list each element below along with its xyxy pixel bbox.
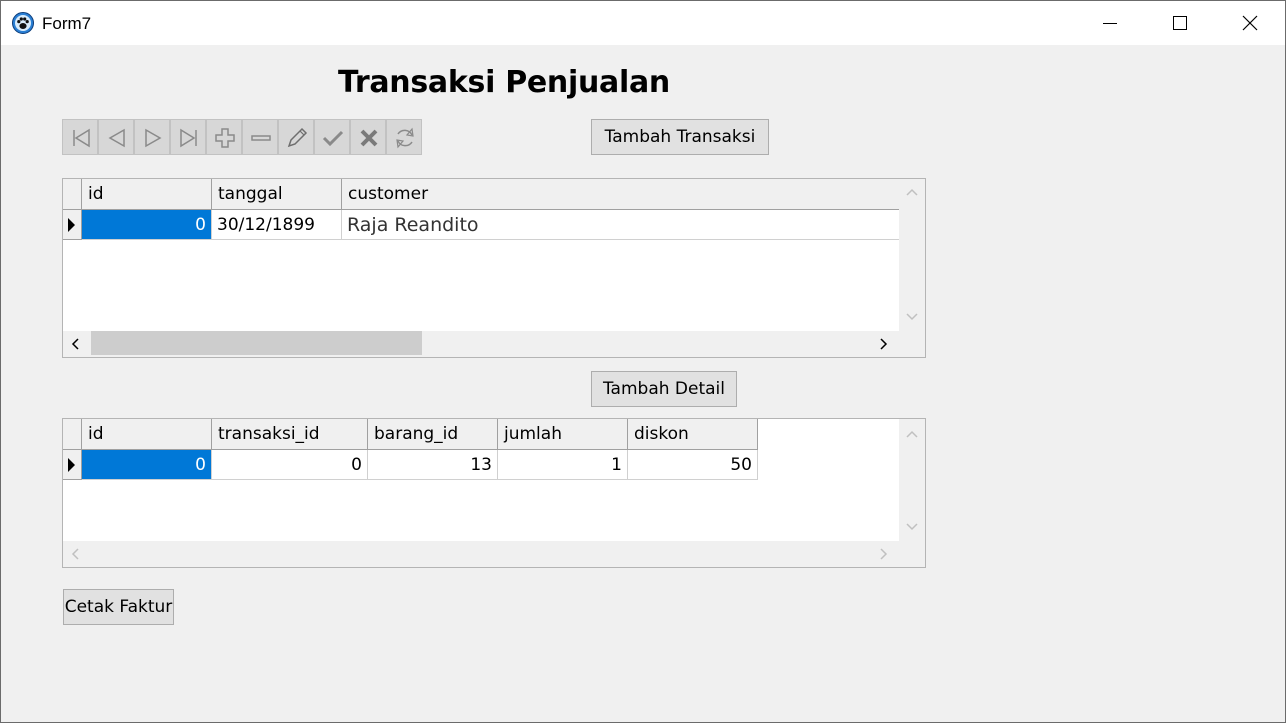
window-title: Form7 — [42, 14, 92, 33]
indicator-header — [63, 419, 82, 449]
maximize-icon — [1173, 16, 1187, 30]
next-icon — [145, 128, 162, 148]
row-indicator — [63, 450, 82, 480]
cell-transaksi-id[interactable]: 0 — [212, 450, 368, 480]
nav-cancel-button[interactable] — [350, 119, 386, 155]
nav-first-button[interactable] — [62, 119, 98, 155]
nav-post-button[interactable] — [314, 119, 350, 155]
nav-delete-button[interactable] — [242, 119, 278, 155]
column-header-id[interactable]: id — [82, 419, 212, 449]
current-row-arrow-icon — [68, 218, 75, 232]
title-bar: Form7 — [1, 1, 1285, 45]
scroll-left-icon[interactable] — [71, 548, 79, 560]
edit-icon — [287, 127, 308, 148]
cell-barang-id[interactable]: 13 — [368, 450, 498, 480]
scroll-thumb[interactable] — [91, 331, 422, 355]
paw-icon — [12, 12, 34, 34]
nav-refresh-button[interactable] — [386, 119, 422, 155]
cancel-icon — [360, 129, 378, 147]
first-icon — [73, 128, 90, 148]
column-header-customer[interactable]: customer — [342, 179, 899, 209]
transaksi-grid[interactable]: id tanggal customer 0 30/12/1899 Raja Re… — [62, 178, 926, 358]
scroll-left-icon[interactable] — [71, 338, 79, 350]
form-window: Form7 Transaksi Penjualan Tambah Transak… — [0, 0, 1286, 723]
cell-diskon[interactable]: 50 — [628, 450, 758, 480]
scroll-up-icon[interactable] — [906, 188, 918, 196]
close-button[interactable] — [1215, 1, 1285, 45]
nav-edit-button[interactable] — [278, 119, 314, 155]
grid-header: id tanggal customer — [63, 179, 899, 210]
vertical-scrollbar[interactable] — [899, 419, 925, 541]
vertical-scrollbar[interactable] — [899, 179, 925, 331]
column-header-jumlah[interactable]: jumlah — [498, 419, 628, 449]
horizontal-scrollbar[interactable] — [63, 541, 925, 567]
tambah-detail-button[interactable]: Tambah Detail — [591, 371, 737, 407]
scroll-right-icon[interactable] — [880, 548, 888, 560]
horizontal-scrollbar[interactable] — [63, 331, 925, 357]
nav-last-button[interactable] — [170, 119, 206, 155]
nav-prior-button[interactable] — [98, 119, 134, 155]
insert-icon — [215, 128, 235, 148]
column-header-barang-id[interactable]: barang_id — [368, 419, 498, 449]
column-header-transaksi-id[interactable]: transaksi_id — [212, 419, 368, 449]
cell-id[interactable]: 0 — [82, 210, 212, 240]
grid-header: id transaksi_id barang_id jumlah diskon — [63, 419, 758, 450]
indicator-header — [63, 179, 82, 209]
minimize-button[interactable] — [1075, 1, 1145, 45]
current-row-arrow-icon — [68, 458, 75, 472]
row-indicator — [63, 210, 82, 240]
column-header-diskon[interactable]: diskon — [628, 419, 758, 449]
delete-icon — [251, 135, 271, 141]
cell-tanggal[interactable]: 30/12/1899 — [212, 210, 342, 240]
column-header-tanggal[interactable]: tanggal — [212, 179, 342, 209]
refresh-icon — [396, 127, 414, 149]
maximize-button[interactable] — [1145, 1, 1215, 45]
scroll-up-icon[interactable] — [906, 430, 918, 438]
cell-id[interactable]: 0 — [82, 450, 212, 480]
scroll-down-icon[interactable] — [906, 313, 918, 321]
scroll-right-icon[interactable] — [880, 338, 888, 350]
cell-jumlah[interactable]: 1 — [498, 450, 628, 480]
tambah-transaksi-button[interactable]: Tambah Transaksi — [591, 119, 769, 155]
detail-grid[interactable]: id transaksi_id barang_id jumlah diskon … — [62, 418, 926, 568]
cetak-faktur-button[interactable]: Cetak Faktur — [63, 589, 174, 625]
nav-next-button[interactable] — [134, 119, 170, 155]
table-row[interactable]: 0 0 13 1 50 — [63, 450, 758, 480]
db-navigator — [62, 119, 422, 155]
scroll-down-icon[interactable] — [906, 523, 918, 531]
nav-insert-button[interactable] — [206, 119, 242, 155]
minimize-icon — [1103, 23, 1117, 24]
table-row[interactable]: 0 30/12/1899 Raja Reandito — [63, 210, 899, 240]
post-icon — [322, 130, 344, 147]
page-title: Transaksi Penjualan — [338, 65, 670, 100]
close-icon — [1242, 15, 1258, 31]
prior-icon — [108, 128, 125, 148]
column-header-id[interactable]: id — [82, 179, 212, 209]
cell-customer[interactable]: Raja Reandito — [342, 210, 899, 240]
last-icon — [180, 128, 197, 148]
